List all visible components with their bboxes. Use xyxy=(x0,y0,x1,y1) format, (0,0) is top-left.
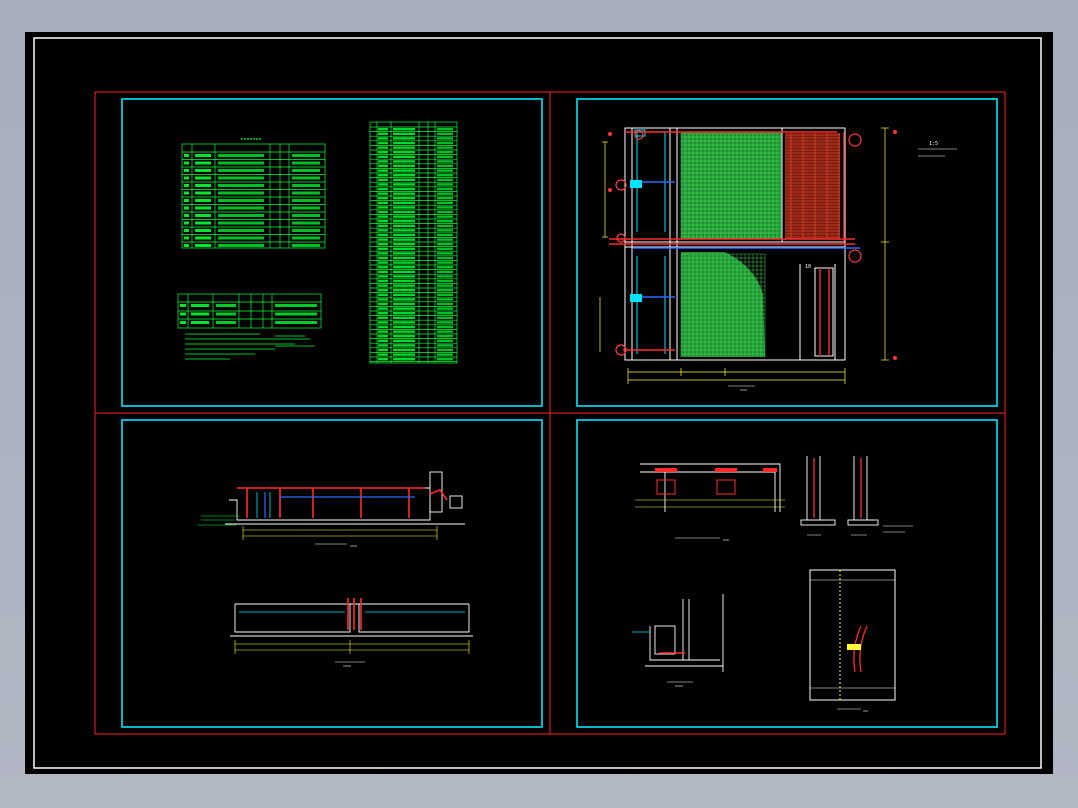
pump-icon[interactable] xyxy=(630,294,642,302)
detail-section-3[interactable] xyxy=(632,594,724,687)
valve-table-text xyxy=(180,304,317,324)
valve-icon[interactable] xyxy=(616,233,626,243)
filter-media-bottom xyxy=(681,252,765,357)
drawing-canvas[interactable]: 1:5 10 xyxy=(25,32,1053,774)
valve-icon[interactable] xyxy=(848,133,862,147)
detail-wall-1[interactable] xyxy=(800,456,836,536)
cad-drawing: 1:5 10 xyxy=(33,37,1042,769)
equipment-table-text xyxy=(184,154,320,247)
panel-details[interactable] xyxy=(576,419,998,728)
pump-icon[interactable] xyxy=(630,180,642,188)
detail-trough[interactable] xyxy=(635,463,785,541)
plan-dim-label: 10 xyxy=(805,264,811,270)
materials-table-text xyxy=(378,128,453,361)
section-1-1[interactable] xyxy=(197,471,465,547)
cad-viewport[interactable]: 1:5 10 xyxy=(0,0,1078,808)
sheet-border xyxy=(94,91,1006,735)
detail-elevation[interactable] xyxy=(809,569,896,712)
panel-sections[interactable] xyxy=(121,419,543,728)
outer-frame xyxy=(33,37,1042,769)
detail-wall-2[interactable] xyxy=(847,456,913,536)
panel-tables[interactable] xyxy=(121,98,543,407)
section-2-2[interactable] xyxy=(230,598,473,667)
equipment-table-main xyxy=(181,143,326,249)
plan-scale-label: 1:5 xyxy=(929,141,938,147)
valve-icon[interactable] xyxy=(848,249,862,263)
plan-view[interactable]: 1:5 10 xyxy=(599,127,957,391)
table-notes xyxy=(185,333,315,360)
